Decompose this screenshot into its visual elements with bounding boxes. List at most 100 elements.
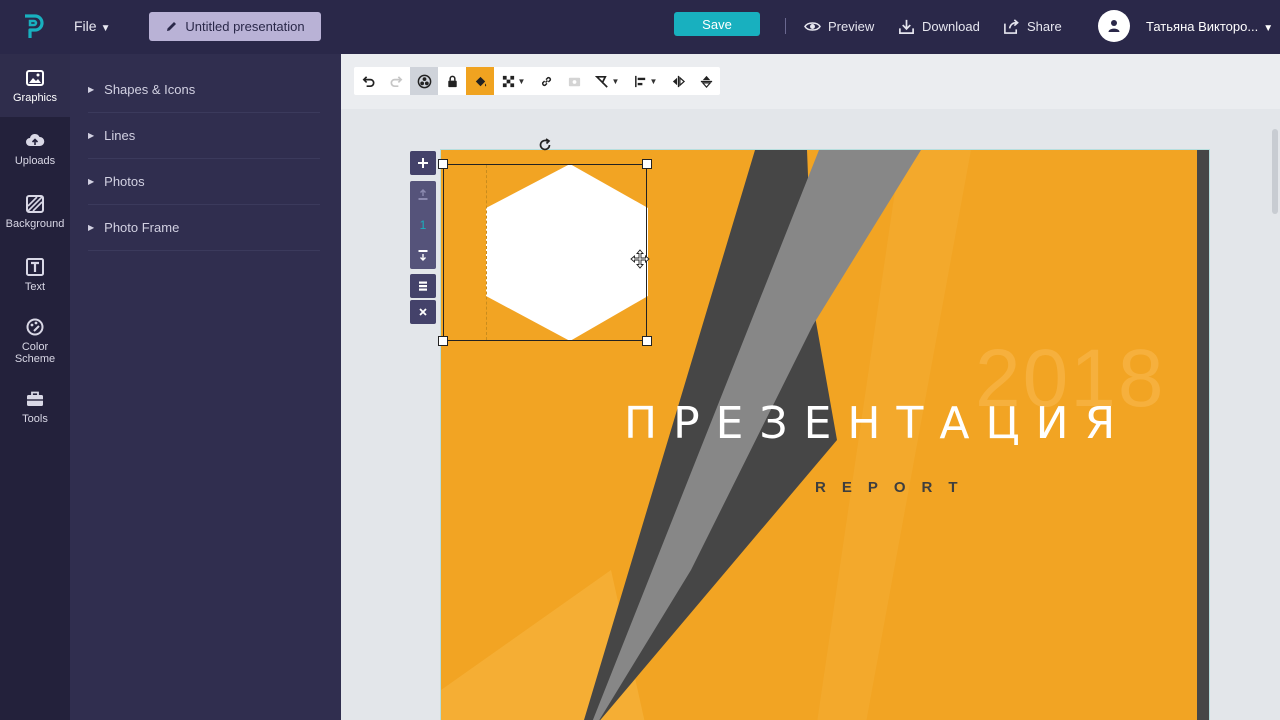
presentation-title-label: Untitled presentation: [185, 19, 305, 34]
add-element-button[interactable]: [410, 151, 436, 175]
rotate-handle[interactable]: [536, 136, 554, 154]
pencil-icon: [167, 22, 177, 31]
chevron-down-icon: ▼: [517, 76, 526, 86]
user-menu[interactable]: Татьяна Викторо... ▼: [1146, 19, 1273, 34]
cloud-upload-icon: [26, 133, 45, 146]
left-rail: Graphics Uploads Background Text Color S…: [0, 54, 70, 720]
layer-order-group: 1: [410, 181, 436, 269]
rail-item-graphics[interactable]: Graphics: [0, 54, 70, 117]
layers-icon: [419, 281, 427, 291]
align-dropdown[interactable]: ▼: [626, 67, 664, 95]
rail-item-label: Text: [24, 281, 46, 293]
selection-box[interactable]: [443, 164, 647, 341]
flip-horizontal-button[interactable]: [664, 67, 692, 95]
replace-image-button[interactable]: [560, 67, 588, 95]
download-icon: [899, 19, 914, 34]
avatar[interactable]: [1098, 10, 1130, 42]
link-button[interactable]: [532, 67, 560, 95]
color-wheel-icon: [417, 74, 431, 88]
panel-item-shapes-icons[interactable]: ▶ Shapes & Icons: [88, 66, 320, 113]
panel-item-lines[interactable]: ▶ Lines: [88, 112, 320, 159]
preview-label: Preview: [828, 19, 875, 34]
app-logo-icon[interactable]: [22, 14, 44, 40]
resize-handle-bottom-right[interactable]: [642, 336, 652, 346]
redo-button[interactable]: [382, 67, 410, 95]
panel-item-label: Photo Frame: [104, 219, 180, 235]
align-icon: [634, 75, 645, 87]
lock-button[interactable]: [438, 67, 466, 95]
resize-handle-bottom-left[interactable]: [438, 336, 448, 346]
save-button[interactable]: Save: [674, 12, 760, 36]
resize-handle-top-right[interactable]: [642, 159, 652, 169]
flip-vertical-button[interactable]: [692, 67, 720, 95]
lock-icon: [447, 75, 457, 87]
rail-item-label-line2: Scheme: [14, 353, 56, 365]
rotate-icon: [539, 138, 551, 151]
graphics-panel: ▶ Shapes & Icons ▶ Lines ▶ Photos ▶ Phot…: [70, 54, 341, 720]
layer-number: 1: [419, 218, 427, 232]
user-icon: [1108, 20, 1120, 32]
palette-icon: [26, 318, 44, 336]
close-icon: [419, 308, 427, 316]
triangle-right-icon: ▶: [88, 222, 95, 232]
panel-item-label: Lines: [104, 127, 136, 143]
rail-item-label: Tools: [22, 413, 48, 425]
slide-title-text[interactable]: ПРЕЗЕНТАЦИЯ: [624, 398, 1131, 449]
fill-bucket-icon: [475, 76, 486, 86]
element-toolbar: ▼ ▼ ▼: [354, 67, 720, 95]
workspace: ▼ ▼ ▼ 2018 ПРЕЗЕНТАЦИЯ REPORT: [341, 54, 1280, 720]
toolbox-icon: [27, 391, 43, 406]
rail-item-background[interactable]: Background: [0, 194, 70, 230]
chevron-down-icon: ▼: [649, 76, 658, 86]
divider: [785, 18, 786, 34]
undo-icon: [362, 75, 374, 87]
send-backward-button[interactable]: [410, 241, 436, 269]
delete-element-button[interactable]: [410, 300, 436, 324]
text-icon: [26, 258, 44, 276]
presentation-title-button[interactable]: Untitled presentation: [149, 12, 321, 41]
link-icon: [541, 76, 551, 86]
triangle-right-icon: ▶: [88, 176, 95, 186]
file-menu[interactable]: File ▼: [74, 18, 110, 34]
rail-item-label: Uploads: [14, 155, 56, 167]
file-menu-label: File: [74, 18, 97, 34]
flip-horizontal-icon: [672, 75, 685, 87]
triangle-right-icon: ▶: [88, 130, 95, 140]
preview-button[interactable]: Preview: [804, 18, 874, 35]
rail-item-text[interactable]: Text: [0, 257, 70, 293]
flip-vertical-icon: [700, 75, 712, 88]
rail-item-label: Background: [5, 218, 65, 230]
panel-item-label: Shapes & Icons: [104, 81, 196, 97]
send-backward-icon: [418, 250, 428, 261]
image-icon: [26, 70, 44, 86]
panel-item-photos[interactable]: ▶ Photos: [88, 158, 320, 205]
share-icon: [1004, 19, 1019, 34]
undo-button[interactable]: [354, 67, 382, 95]
rail-item-label: Graphics: [12, 92, 58, 104]
eye-icon: [804, 22, 821, 31]
vertical-scrollbar[interactable]: [1272, 129, 1278, 214]
download-label: Download: [922, 19, 980, 34]
share-button[interactable]: Share: [1003, 18, 1062, 35]
rail-item-color-scheme[interactable]: Color Scheme: [0, 317, 70, 365]
download-button[interactable]: Download: [898, 18, 980, 35]
bring-forward-button[interactable]: [410, 181, 436, 209]
layers-button[interactable]: [410, 274, 436, 298]
rail-item-label-line1: Color: [21, 341, 49, 353]
image-replace-icon: [568, 77, 580, 86]
chevron-down-icon: ▼: [100, 23, 111, 34]
transparency-dropdown[interactable]: ▼: [494, 67, 532, 95]
bring-forward-icon: [418, 189, 428, 200]
share-label: Share: [1027, 19, 1062, 34]
user-name-label: Татьяна Викторо...: [1146, 19, 1259, 34]
resize-handle-top-left[interactable]: [438, 159, 448, 169]
rail-item-uploads[interactable]: Uploads: [0, 131, 70, 167]
panel-item-photo-frame[interactable]: ▶ Photo Frame: [88, 204, 320, 251]
redo-icon: [390, 75, 402, 87]
shape-outline-dropdown[interactable]: ▼: [588, 67, 626, 95]
slide-subtitle-text[interactable]: REPORT: [815, 479, 974, 496]
color-scheme-button[interactable]: [410, 67, 438, 95]
fill-color-button[interactable]: [466, 67, 494, 95]
rail-item-tools[interactable]: Tools: [0, 389, 70, 425]
triangle-right-icon: ▶: [88, 84, 95, 94]
